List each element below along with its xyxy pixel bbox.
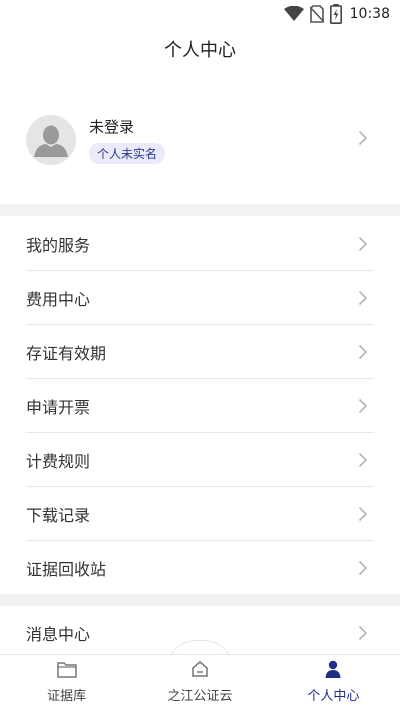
chevron-right-icon	[358, 236, 368, 252]
person-icon	[325, 660, 341, 678]
profile-card[interactable]: 未登录 个人未实名	[0, 100, 400, 180]
chevron-right-icon	[358, 625, 368, 641]
section-separator	[0, 594, 400, 606]
menu-item-billing-center[interactable]: 费用中心	[26, 271, 374, 325]
chevron-right-icon	[358, 290, 368, 306]
chevron-right-icon	[358, 398, 368, 414]
menu-item-evidence-validity[interactable]: 存证有效期	[26, 325, 374, 379]
bottom-tab-bar: 证据库 之江公证云 个人中心	[0, 654, 400, 710]
chevron-right-icon	[358, 506, 368, 522]
no-sim-icon	[309, 5, 324, 23]
chevron-right-icon	[358, 344, 368, 360]
home-icon	[192, 661, 208, 677]
avatar[interactable]	[26, 115, 76, 165]
clock: 10:38	[349, 6, 390, 22]
menu-item-label: 证据回收站	[26, 560, 107, 579]
page-title: 个人中心	[164, 40, 236, 61]
chevron-right-icon	[358, 560, 368, 576]
chevron-right-icon	[358, 130, 368, 146]
tab-label: 证据库	[47, 689, 87, 704]
menu-item-label: 消息中心	[26, 625, 91, 644]
battery-charging-icon	[329, 4, 342, 24]
menu-item-label: 存证有效期	[26, 343, 107, 363]
menu-item-download-history[interactable]: 下载记录	[26, 487, 374, 541]
folder-icon	[56, 662, 77, 678]
status-bar: 10:38	[0, 0, 400, 28]
section-separator	[0, 204, 400, 216]
menu-list: 我的服务 费用中心 存证有效期 申请开票 计费规则 下载记录 证据回收站	[0, 217, 400, 595]
login-status[interactable]: 未登录	[89, 116, 165, 137]
menu-item-label: 计费规则	[26, 451, 91, 471]
tab-personal-center[interactable]: 个人中心	[267, 655, 400, 710]
menu-item-label: 申请开票	[26, 397, 91, 417]
tab-zhijiang-notary-cloud[interactable]: 之江公证云	[133, 655, 266, 710]
verification-badge: 个人未实名	[89, 143, 166, 164]
menu-item-label: 费用中心	[26, 289, 91, 309]
chevron-right-icon	[358, 452, 368, 468]
menu-item-evidence-recycle-bin[interactable]: 证据回收站	[26, 541, 374, 595]
menu-item-apply-invoice[interactable]: 申请开票	[26, 379, 374, 433]
menu-item-label: 我的服务	[26, 235, 91, 255]
menu-item-billing-rules[interactable]: 计费规则	[26, 433, 374, 487]
tab-label: 个人中心	[307, 689, 360, 704]
menu-item-my-services[interactable]: 我的服务	[26, 217, 374, 271]
tab-label: 之江公证云	[167, 689, 233, 704]
tab-evidence-library[interactable]: 证据库	[0, 655, 133, 710]
wifi-icon	[283, 6, 304, 21]
menu-item-label: 下载记录	[26, 505, 91, 525]
user-silhouette-icon	[34, 125, 68, 157]
